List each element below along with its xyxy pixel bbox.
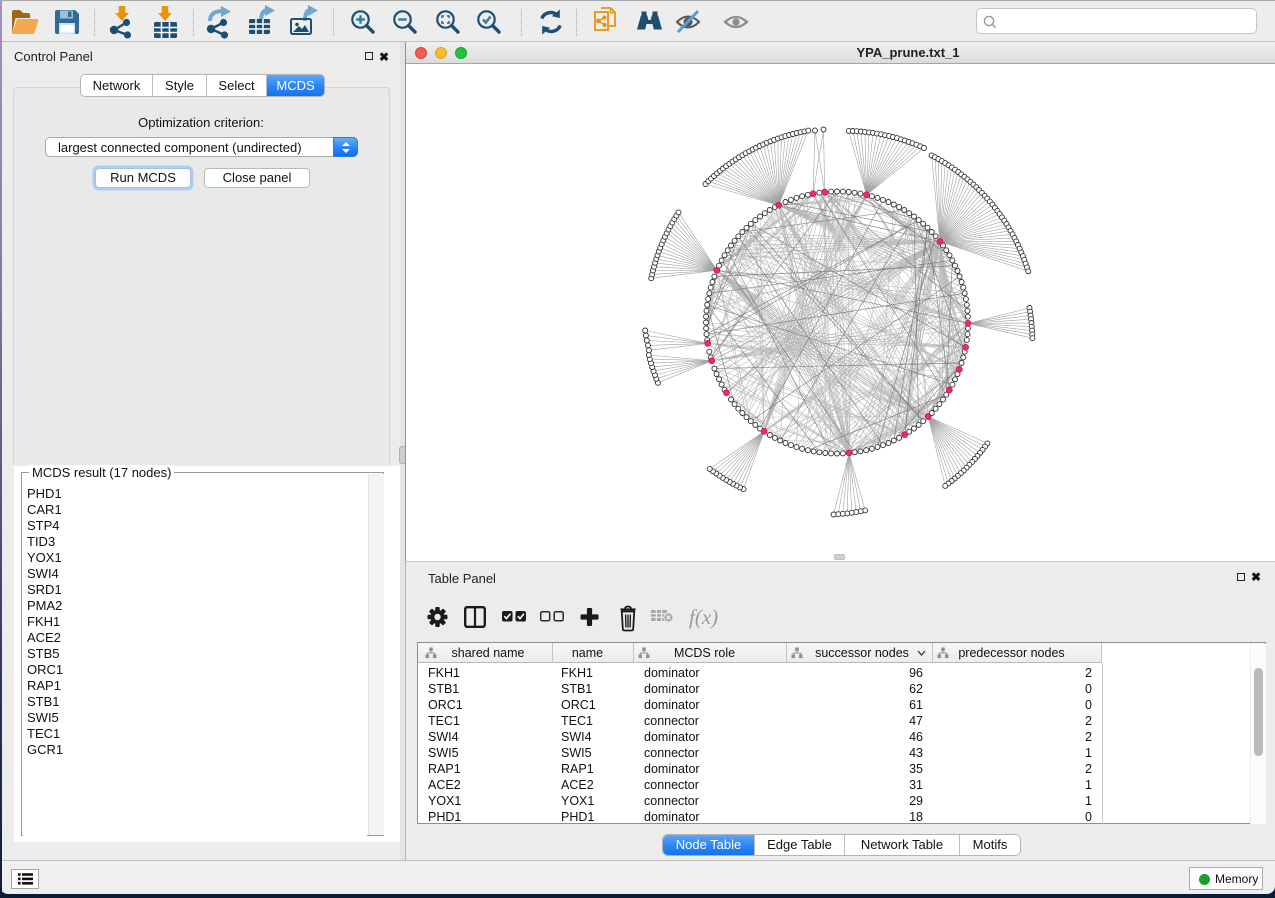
svg-text:f(x): f(x) <box>689 605 718 629</box>
